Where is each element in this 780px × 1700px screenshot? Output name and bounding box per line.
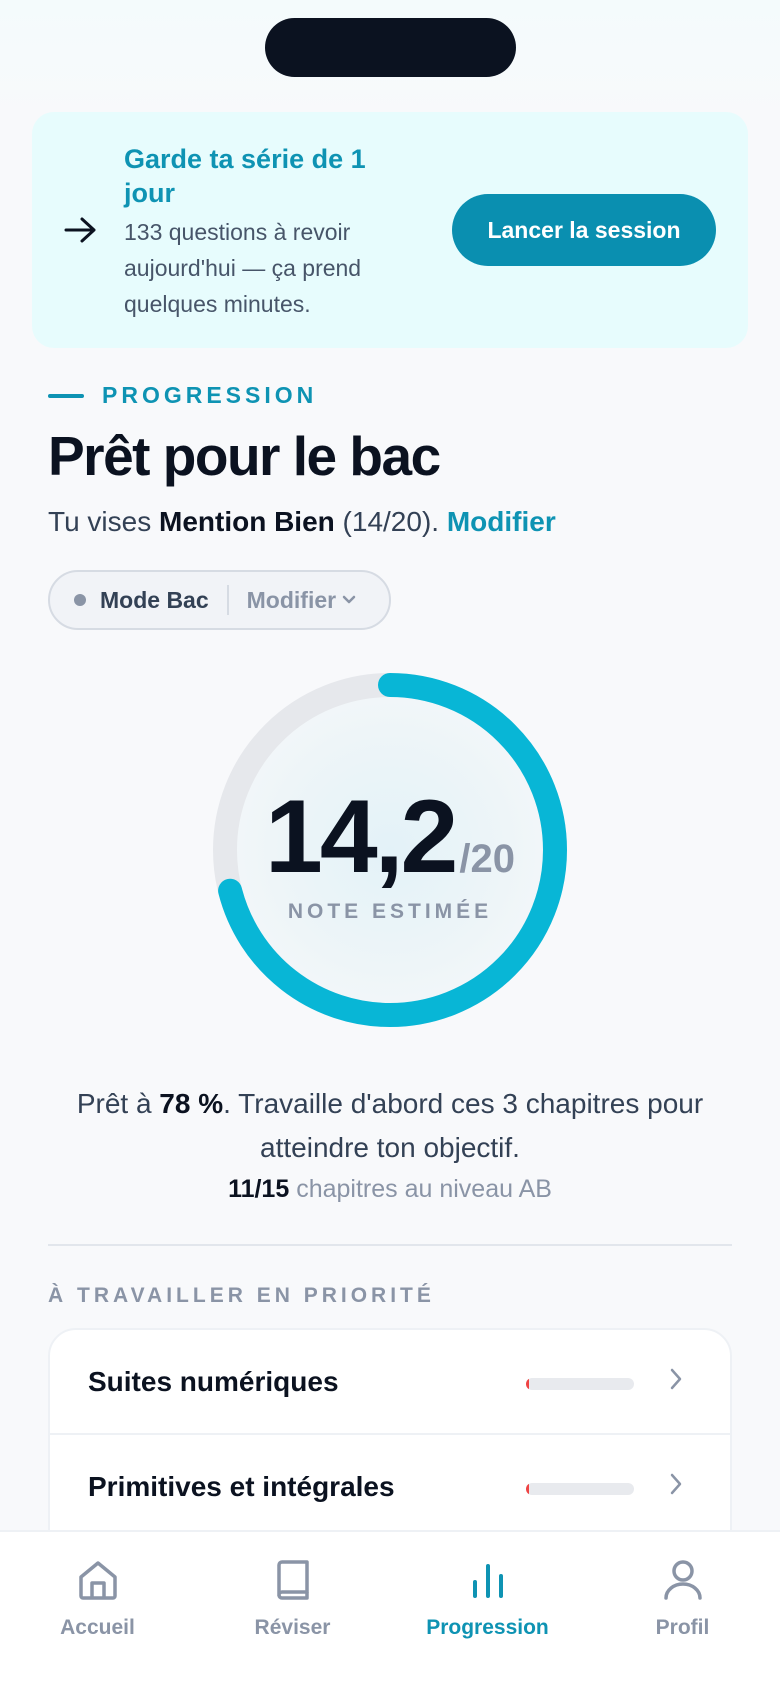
nav-item-progress[interactable]: Progression — [390, 1558, 585, 1640]
score-display: 14,2/20 — [210, 778, 570, 897]
chapters-summary: 11/15 chapitres au niveau AB — [48, 1175, 732, 1204]
streak-title: Garde ta série de 1 jour — [124, 144, 366, 208]
goal-line: Tu vises Mention Bien (14/20). Modifier — [48, 506, 556, 538]
book-icon — [276, 1560, 309, 1600]
priority-item[interactable]: Suites numériques — [50, 1330, 730, 1435]
change-mode-button[interactable]: Modifier — [247, 587, 356, 614]
nav-item-home[interactable]: Accueil — [0, 1558, 195, 1640]
streak-description: 133 questions à revoir aujourd'hui — ça … — [124, 219, 362, 317]
readiness-prefix: Prêt à — [76, 1088, 152, 1119]
section-divider — [48, 1244, 732, 1246]
eyebrow-line — [48, 393, 84, 398]
priority-item[interactable]: Primitives et intégrales — [50, 1435, 730, 1540]
bottom-navigation: Accueil Réviser Progression Profil — [0, 1530, 780, 1700]
readiness-text: Prêt à 78 %. Travaille d'abord ces 3 cha… — [48, 1082, 732, 1170]
mode-selector[interactable]: Mode Bac Modifier — [48, 570, 391, 630]
chevron-down-icon — [342, 595, 356, 604]
score-label: NOTE ESTIMÉE — [287, 900, 493, 923]
user-icon — [663, 1560, 702, 1600]
mastery-bar — [526, 1483, 634, 1495]
priority-item-name: Suites numériques — [88, 1366, 339, 1397]
priority-section-title: À TRAVAILLER EN PRIORITÉ — [48, 1284, 435, 1307]
nav-label: Progression — [426, 1616, 549, 1639]
chevron-right-icon — [670, 1368, 682, 1390]
chevron-right-icon — [670, 1473, 682, 1495]
estimated-score: 14,2 — [264, 779, 458, 895]
mode-status-dot — [74, 594, 86, 606]
estimated-grade-gauge: 14,2/20 NOTE ESTIMÉE — [210, 670, 570, 1030]
mode-separator — [226, 585, 229, 615]
start-session-button[interactable]: Lancer la session — [452, 194, 716, 266]
nav-label: Accueil — [60, 1616, 135, 1639]
chapters-count: 11/15 — [228, 1175, 290, 1203]
goal-target: Mention Bien — [159, 506, 335, 537]
chart-icon — [472, 1564, 503, 1598]
streak-banner[interactable]: Garde ta série de 1 jour 133 questions à… — [32, 112, 748, 348]
nav-label: Profil — [655, 1616, 710, 1639]
mastery-bar — [526, 1378, 634, 1390]
nav-label: Réviser — [254, 1616, 331, 1639]
home-icon — [78, 1561, 117, 1600]
mastery-fill — [526, 1378, 530, 1390]
goal-score: (14/20). — [342, 506, 440, 537]
arrow-right-icon — [64, 217, 96, 243]
readiness-percent: 78 % — [159, 1088, 224, 1119]
nav-item-review[interactable]: Réviser — [195, 1558, 390, 1640]
chapters-text: chapitres au niveau AB — [296, 1175, 552, 1203]
change-mode-label: Modifier — [246, 586, 337, 613]
dynamic-island — [265, 18, 516, 77]
mode-label: Mode Bac — [100, 586, 209, 613]
score-max: /20 — [459, 837, 516, 881]
eyebrow-text: PROGRESSION — [102, 382, 318, 408]
priority-item-name: Primitives et intégrales — [88, 1471, 395, 1502]
readiness-suffix: . Travaille d'abord ces 3 chapitres pour… — [223, 1088, 704, 1163]
mastery-fill — [526, 1483, 530, 1495]
goal-prefix: Tu vises — [48, 506, 152, 537]
nav-item-profile[interactable]: Profil — [585, 1558, 780, 1640]
edit-goal-link[interactable]: Modifier — [447, 506, 556, 537]
page-title: Prêt pour le bac — [48, 425, 441, 487]
section-eyebrow: PROGRESSION — [48, 382, 317, 409]
